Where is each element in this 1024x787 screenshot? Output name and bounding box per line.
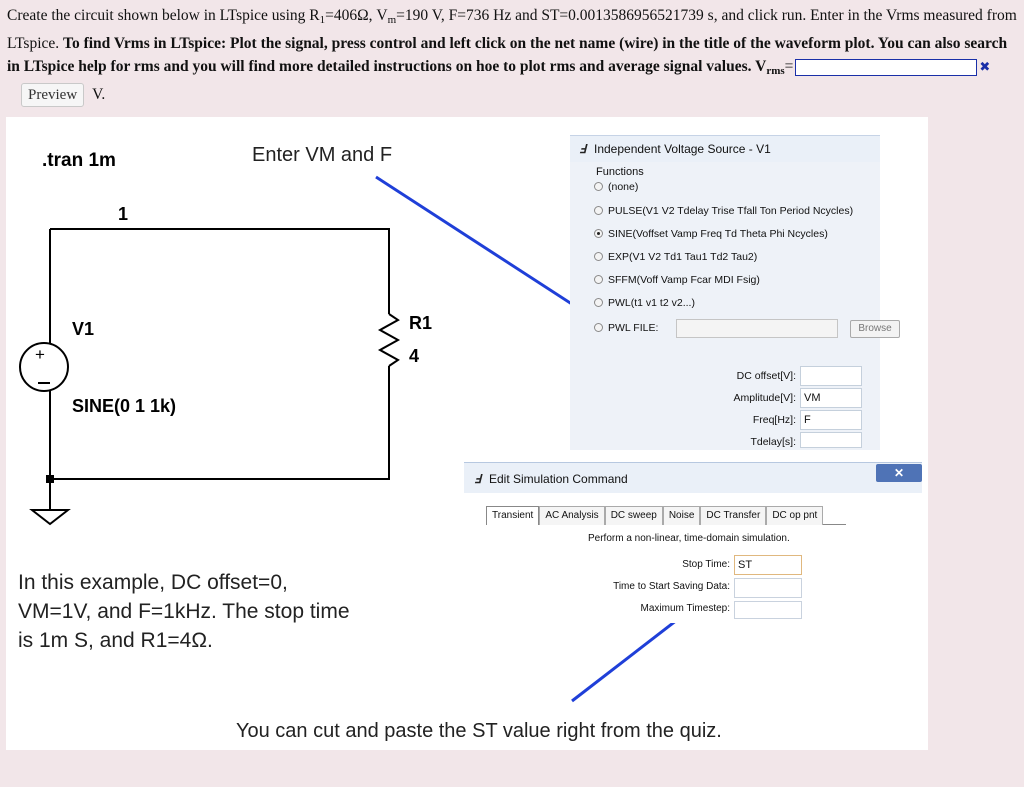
ltspice-icon: Ⅎ	[579, 142, 586, 156]
cut-paste-note: You can cut and paste the ST value right…	[236, 720, 722, 742]
radio-label: SINE(Voffset Vamp Freq Td Theta Phi Ncyc…	[608, 228, 828, 240]
preview-button[interactable]: Preview	[21, 83, 85, 108]
question-text: Create the circuit shown below in LTspic…	[7, 4, 1017, 108]
radio-label: (none)	[608, 181, 639, 193]
browse-button[interactable]: Browse	[850, 320, 900, 338]
tab-transient[interactable]: Transient	[486, 506, 540, 525]
voltage-dialog-titlebar: Ⅎ Independent Voltage Source - V1	[570, 136, 880, 162]
radio-pulse[interactable]: PULSE(V1 V2 Tdelay Trise Tfall Ton Perio…	[594, 204, 853, 218]
amplitude-label: Amplitude[V]:	[733, 392, 796, 404]
ground-node	[46, 475, 54, 483]
r1-value-label: 4	[409, 346, 420, 366]
radio-icon	[594, 182, 603, 191]
sim-dialog-titlebar: Ⅎ Edit Simulation Command ✕	[464, 463, 922, 493]
dc-offset-label: DC offset[V]:	[736, 370, 796, 382]
tran-directive: .tran 1m	[42, 150, 116, 171]
bottom-right-wire	[50, 366, 390, 480]
tdelay-input[interactable]	[800, 432, 862, 448]
start-saving-label: Time to Start Saving Data:	[613, 581, 730, 592]
dc-offset-input[interactable]	[800, 366, 862, 386]
plus-sign: +	[35, 345, 45, 364]
radio-label: PULSE(V1 V2 Tdelay Trise Tfall Ton Perio…	[608, 205, 854, 217]
max-timestep-input[interactable]	[734, 601, 802, 619]
subscript-m: m	[387, 14, 397, 26]
instruction-figure: + .tran 1m Enter VM and F 1 V1 SINE(0 1 …	[6, 117, 928, 750]
radio-sffm[interactable]: SFFM(Voff Vamp Fcar MDI Fsig)	[594, 273, 760, 287]
max-timestep-label: Maximum Timestep:	[640, 603, 730, 614]
radio-icon	[594, 275, 603, 284]
node-label-1: 1	[118, 204, 129, 224]
close-button[interactable]: ✕	[876, 464, 922, 482]
radio-none[interactable]: (none)	[594, 180, 638, 194]
answer-label-eq: =	[784, 58, 794, 75]
tab-ac-analysis[interactable]: AC Analysis	[539, 506, 605, 525]
tab-dc-op-pnt[interactable]: DC op pnt	[766, 506, 824, 525]
example-note: In this example, DC offset=0, VM=1V, and…	[18, 568, 438, 655]
question-part-1: Create the circuit shown below in LTspic…	[7, 7, 320, 24]
question-part-2: =406Ω, V	[325, 7, 388, 24]
example-line-3: is 1m S, and R1=4Ω.	[18, 629, 213, 652]
radio-icon	[594, 323, 603, 332]
sim-description: Perform a non-linear, time-domain simula…	[588, 533, 790, 544]
radio-selected-icon	[594, 229, 603, 238]
tab-dc-transfer[interactable]: DC Transfer	[700, 506, 767, 525]
stop-time-input[interactable]: ST	[734, 555, 802, 575]
voltage-source-dialog: Ⅎ Independent Voltage Source - V1 Functi…	[570, 135, 900, 450]
radio-exp[interactable]: EXP(V1 V2 Td1 Tau1 Td2 Tau2)	[594, 250, 757, 264]
sim-command-dialog: Ⅎ Edit Simulation Command ✕ Transient AC…	[464, 462, 922, 623]
radio-pwl[interactable]: PWL(t1 v1 t2 v2...)	[594, 296, 695, 310]
invalid-icon: ✖	[979, 60, 991, 75]
v1-label: V1	[72, 319, 95, 339]
unit-label: V.	[92, 86, 106, 103]
example-line-2: VM=1V, and F=1kHz. The stop time	[18, 600, 350, 623]
vrms-answer-input[interactable]	[795, 58, 978, 76]
stop-time-label: Stop Time:	[682, 559, 730, 570]
radio-label: PWL(t1 v1 t2 v2...)	[608, 297, 695, 309]
r1-label: R1	[409, 313, 433, 333]
amplitude-input[interactable]: VM	[800, 388, 862, 408]
answer-label-sub: rms	[766, 65, 785, 77]
tab-dc-sweep[interactable]: DC sweep	[604, 506, 663, 525]
ltspice-icon: Ⅎ	[474, 472, 481, 486]
resistor-symbol	[377, 313, 401, 367]
sine-label: SINE(0 1 1k)	[72, 396, 177, 416]
freq-input[interactable]: F	[800, 410, 862, 430]
top-wire	[50, 228, 390, 314]
radio-icon	[594, 252, 603, 261]
pwl-file-input[interactable]	[676, 319, 838, 338]
ground-symbol	[29, 509, 71, 526]
radio-sine[interactable]: SINE(Voffset Vamp Freq Td Theta Phi Ncyc…	[594, 227, 828, 241]
freq-label: Freq[Hz]:	[752, 414, 796, 426]
start-saving-input[interactable]	[734, 578, 802, 598]
functions-label: Functions	[596, 166, 644, 178]
radio-icon	[594, 206, 603, 215]
radio-label: EXP(V1 V2 Td1 Tau1 Td2 Tau2)	[608, 251, 758, 263]
sim-tabs: Transient AC Analysis DC sweep Noise DC …	[486, 506, 846, 525]
radio-label: SFFM(Voff Vamp Fcar MDI Fsig)	[608, 274, 760, 286]
sim-dialog-title: Edit Simulation Command	[489, 472, 628, 486]
answer-label-prefix: V	[751, 58, 767, 75]
radio-pwl-file[interactable]: PWL FILE:	[594, 321, 658, 335]
radio-label: PWL FILE:	[608, 322, 659, 334]
voltage-dialog-title: Independent Voltage Source - V1	[594, 142, 771, 156]
example-line-1: In this example, DC offset=0,	[18, 571, 288, 594]
enter-vm-f-note: Enter VM and F	[252, 144, 393, 166]
radio-icon	[594, 298, 603, 307]
tdelay-label: Tdelay[s]:	[750, 436, 796, 448]
tab-noise[interactable]: Noise	[662, 506, 701, 525]
